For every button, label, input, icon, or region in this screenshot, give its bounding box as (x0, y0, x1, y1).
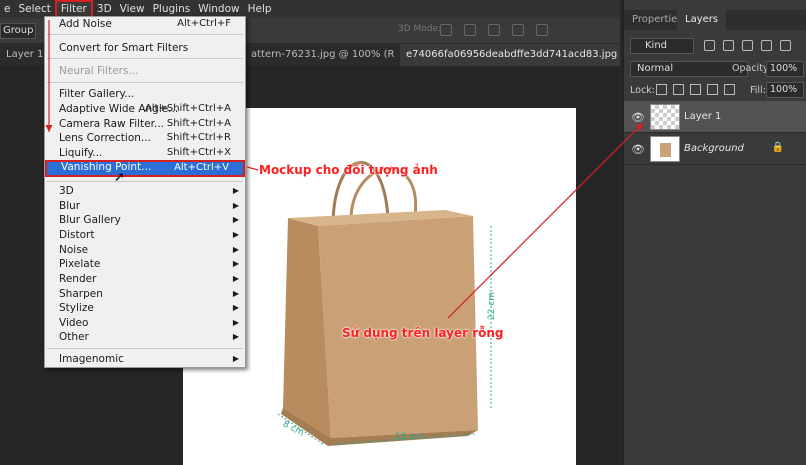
kind-filter-dropdown[interactable]: Kind (630, 38, 694, 54)
auto-select-dropdown[interactable]: Group (0, 23, 36, 39)
menu-item-imagenomic[interactable]: Imagenomic ▶ (45, 352, 245, 367)
menu-item-lens-correction[interactable]: Lens Correction... Shift+Ctrl+R (45, 131, 245, 146)
doc-tab-pattern[interactable]: attern-76231.jpg @ 100% (RGB/8) (245, 44, 395, 66)
panel-tabs: Properties Layers (624, 10, 806, 30)
scale-icon[interactable] (536, 24, 548, 36)
menu-help[interactable]: Help (244, 0, 276, 18)
chevron-right-icon: ▶ (232, 215, 239, 224)
3d-mode-label: 3D Mode: (398, 24, 442, 34)
mockup-annotation: Mockup cho đối tượng ảnh (259, 163, 438, 177)
menu-item-stylize[interactable]: Stylize ▶ (45, 301, 245, 316)
empty-layer-annotation: Sử dụng trên layer rỗng (342, 326, 504, 340)
tab-layers[interactable]: Layers (677, 10, 727, 30)
menu-item-vanishing-point[interactable]: Vanishing Point... Alt+Ctrl+V (45, 160, 245, 177)
menu-item-render[interactable]: Render ▶ (45, 272, 245, 287)
fill-input[interactable]: 100% (766, 82, 804, 98)
lock-icon: 🔒 (771, 142, 784, 153)
menu-item-convert-smart-filters[interactable]: Convert for Smart Filters (45, 41, 245, 56)
menu-item-distort[interactable]: Distort ▶ (45, 228, 245, 243)
type-filter-icon[interactable] (742, 40, 753, 51)
chevron-right-icon: ▶ (232, 274, 239, 283)
menu-item-pixelate[interactable]: Pixelate ▶ (45, 257, 245, 272)
opacity-input[interactable]: 100% (766, 61, 804, 77)
lock-icons (656, 84, 735, 95)
chevron-right-icon: ▶ (232, 259, 239, 268)
layer-name: Background (684, 143, 744, 154)
menu-item-blur-gallery[interactable]: Blur Gallery ▶ (45, 213, 245, 228)
menu-separator (47, 181, 243, 182)
lock-artboard-icon[interactable] (707, 84, 718, 95)
menu-item-blur[interactable]: Blur ▶ (45, 199, 245, 214)
menu-separator (47, 348, 243, 349)
mouse-cursor-icon: ➚ (114, 170, 125, 185)
slide-icon[interactable] (512, 24, 524, 36)
pan-icon[interactable] (488, 24, 500, 36)
width-dimension-label: 16 cm (395, 432, 424, 442)
menu-item-filter-gallery[interactable]: Filter Gallery... (45, 87, 245, 102)
shape-filter-icon[interactable] (761, 40, 772, 51)
layer-thumbnail (650, 104, 680, 130)
lock-label: Lock: (630, 85, 655, 96)
menu-separator (47, 82, 243, 83)
menu-item-adaptive-wide-angle[interactable]: Adaptive Wide Angle... Alt+Shift+Ctrl+A (45, 102, 245, 117)
blend-mode-dropdown[interactable]: Normal (630, 61, 748, 77)
lock-position-icon[interactable] (690, 84, 701, 95)
chevron-right-icon: ▶ (232, 230, 239, 239)
orbit-icon[interactable] (440, 24, 452, 36)
visibility-eye-icon[interactable]: 👁 (631, 111, 645, 124)
lock-all-icon[interactable] (724, 84, 735, 95)
roll-icon[interactable] (464, 24, 476, 36)
menu-item-liquify[interactable]: Liquify... Shift+Ctrl+X (45, 146, 245, 161)
menu-item-video[interactable]: Video ▶ (45, 316, 245, 331)
doc-tab-layer1[interactable]: Layer 1, RGB (0, 44, 44, 66)
adjustment-filter-icon[interactable] (723, 40, 734, 51)
pixel-filter-icon[interactable] (704, 40, 715, 51)
layer-name: Layer 1 (684, 111, 722, 122)
layers-panel: Properties Layers Kind Normal Opacity: 1… (622, 0, 806, 465)
lock-transparent-icon[interactable] (656, 84, 667, 95)
chevron-right-icon: ▶ (232, 354, 239, 363)
height-dimension-label: 22 cm (487, 291, 497, 320)
chevron-right-icon: ▶ (232, 245, 239, 254)
lock-image-icon[interactable] (673, 84, 684, 95)
chevron-right-icon: ▶ (232, 332, 239, 341)
doc-tab-active[interactable]: e74066fa06956deabdffe3dd741acd83.jpg @ 5… (400, 44, 620, 66)
chevron-right-icon: ▶ (232, 318, 239, 327)
chevron-right-icon: ▶ (232, 186, 239, 195)
chevron-right-icon: ▶ (232, 303, 239, 312)
menu-edit[interactable]: e (0, 0, 14, 18)
menu-item-sharpen[interactable]: Sharpen ▶ (45, 287, 245, 302)
menu-item-noise[interactable]: Noise ▶ (45, 243, 245, 258)
3d-mode-icons (440, 24, 548, 36)
fill-label: Fill: (750, 85, 766, 96)
menu-item-other[interactable]: Other ▶ (45, 330, 245, 345)
visibility-eye-icon[interactable]: 👁 (631, 143, 645, 156)
menu-item-camera-raw[interactable]: Camera Raw Filter... Shift+Ctrl+A (45, 117, 245, 132)
menu-item-3d[interactable]: 3D ▶ (45, 184, 245, 199)
smart-object-filter-icon[interactable] (780, 40, 791, 51)
layer-row-layer1[interactable]: 👁 Layer 1 (624, 101, 806, 133)
menu-item-neural-filters: Neural Filters... (59, 65, 139, 77)
menu-separator (47, 34, 243, 35)
chevron-right-icon: ▶ (232, 201, 239, 210)
filter-icons (704, 40, 791, 51)
menu-separator (47, 58, 243, 59)
filter-menu: Add Noise Alt+Ctrl+F Convert for Smart Fi… (44, 16, 246, 368)
chevron-right-icon: ▶ (232, 289, 239, 298)
layer-thumbnail (650, 136, 680, 162)
menu-item-add-noise[interactable]: Add Noise Alt+Ctrl+F (45, 17, 245, 32)
layer-row-background[interactable]: 👁 Background 🔒 (624, 133, 806, 165)
